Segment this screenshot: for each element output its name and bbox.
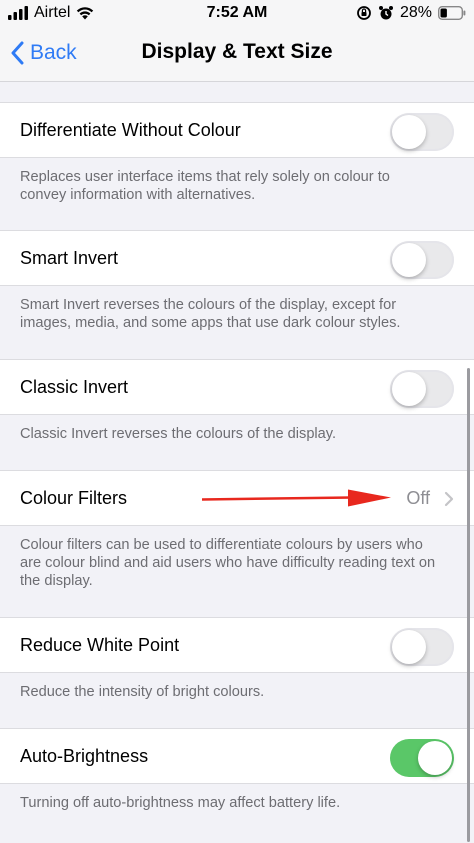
auto-brightness-label: Auto-Brightness — [20, 746, 149, 766]
colour-filters-value: Off — [406, 488, 430, 508]
colour-filters-row[interactable]: Colour Filters Off — [0, 470, 474, 526]
classic-invert-footer: Classic Invert reverses the colours of t… — [20, 426, 337, 442]
reduce-white-point-toggle[interactable] — [390, 628, 454, 666]
reduce-white-point-footer: Reduce the intensity of bright colours. — [20, 684, 265, 700]
smart-invert-label: Smart Invert — [20, 248, 119, 268]
chevron-right-icon — [444, 491, 454, 507]
battery-percentage: 28% — [399, 4, 432, 21]
colour-filters-label: Colour Filters — [20, 488, 128, 508]
auto-brightness-toggle[interactable] — [390, 739, 454, 777]
toggle-knob — [392, 630, 426, 664]
reduce-white-point-label: Reduce White Point — [20, 635, 180, 655]
status-bar: Airtel 7:52 AM 28% — [0, 0, 474, 26]
navigation-bar: Back Display & Text Size — [0, 26, 474, 82]
toggle-knob — [392, 243, 426, 277]
colour-filters-footer: Colour filters can be used to differenti… — [20, 537, 436, 589]
auto-brightness-footer: Turning off auto-brightness may affect b… — [20, 795, 341, 811]
alarm-icon — [378, 6, 393, 20]
settings-list: Differentiate Without Colour Replaces us… — [0, 82, 474, 843]
page-title: Display & Text Size — [141, 40, 333, 63]
scrollbar[interactable] — [467, 368, 470, 842]
battery-icon — [438, 6, 466, 20]
classic-invert-row: Classic Invert — [0, 359, 474, 415]
smart-invert-toggle[interactable] — [390, 241, 454, 279]
annotation-arrow-icon — [202, 489, 391, 507]
reduce-white-point-row: Reduce White Point — [0, 617, 474, 673]
smart-invert-footer: Smart Invert reverses the colours of the… — [20, 297, 401, 331]
classic-invert-toggle[interactable] — [390, 370, 454, 408]
toggle-knob — [392, 372, 426, 406]
differentiate-without-colour-row: Differentiate Without Colour — [0, 102, 474, 158]
differentiate-without-colour-toggle[interactable] — [390, 113, 454, 151]
classic-invert-label: Classic Invert — [20, 377, 129, 397]
orientation-lock-icon — [357, 6, 371, 20]
differentiate-without-colour-footer: Replaces user interface items that rely … — [20, 169, 390, 203]
smart-invert-row: Smart Invert — [0, 230, 474, 286]
status-right: 28% — [356, 4, 466, 22]
auto-brightness-row: Auto-Brightness — [0, 728, 474, 784]
differentiate-without-colour-label: Differentiate Without Colour — [20, 120, 241, 140]
toggle-knob — [392, 115, 426, 149]
toggle-knob — [418, 741, 452, 775]
screen: Airtel 7:52 AM 28% Back Display & Text S… — [0, 0, 474, 843]
